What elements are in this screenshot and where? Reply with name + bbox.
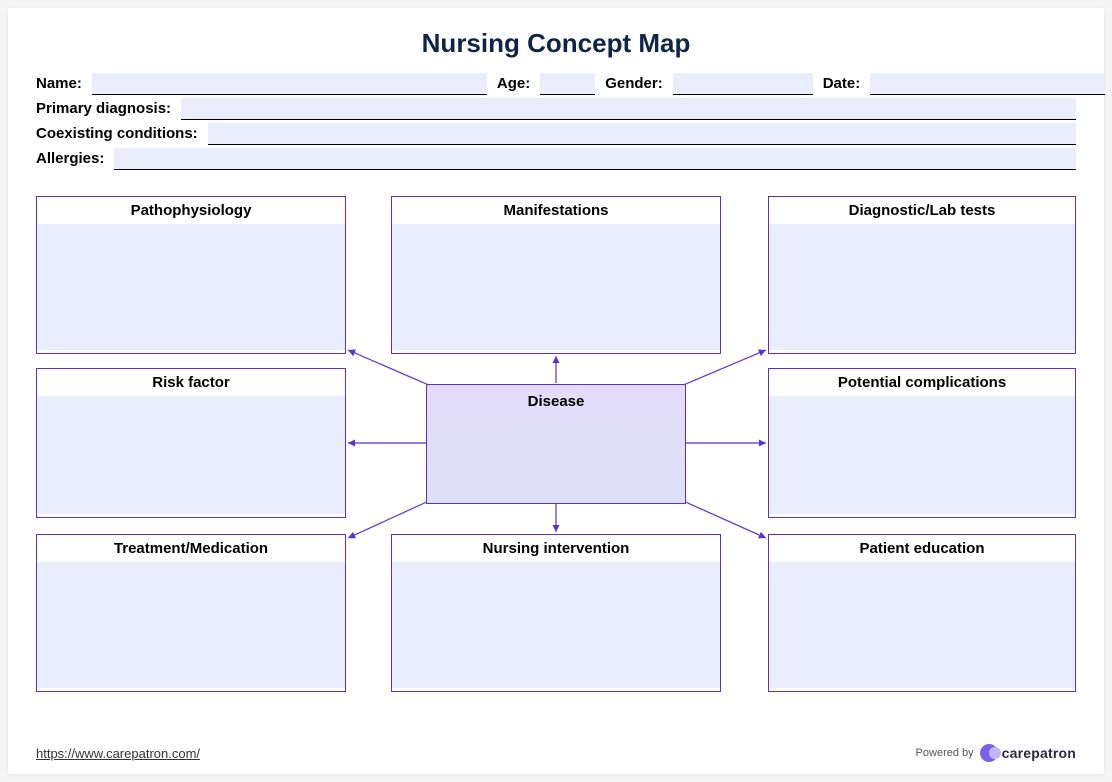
box-nursing-intervention[interactable]: Nursing intervention <box>391 534 721 692</box>
page-container: Nursing Concept Map Name: Age: Gender: D… <box>8 8 1104 774</box>
footer: https://www.carepatron.com/ Powered by c… <box>36 744 1076 762</box>
box-diagnostic-lab-body[interactable] <box>769 224 1075 350</box>
allergies-field[interactable] <box>114 148 1076 170</box>
age-label: Age: <box>497 73 530 95</box>
page-title: Nursing Concept Map <box>36 28 1076 59</box>
powered-by-label: Powered by <box>916 747 974 759</box>
box-pathophysiology[interactable]: Pathophysiology <box>36 196 346 354</box>
box-disease-center[interactable]: Disease <box>426 384 686 504</box>
primary-dx-label: Primary diagnosis: <box>36 98 171 120</box>
info-row-2: Primary diagnosis: <box>36 98 1076 120</box>
name-label: Name: <box>36 73 82 95</box>
brand-logo-icon <box>980 744 998 762</box>
box-manifestations[interactable]: Manifestations <box>391 196 721 354</box>
gender-field[interactable] <box>673 73 813 95</box>
info-row-4: Allergies: <box>36 148 1076 170</box>
box-risk-factor-title: Risk factor <box>37 369 345 396</box>
coexisting-field[interactable] <box>208 123 1076 145</box>
brand-logo: carepatron <box>980 744 1076 762</box>
box-manifestations-body[interactable] <box>392 224 720 350</box>
coexisting-label: Coexisting conditions: <box>36 123 198 145</box>
box-potential-complications[interactable]: Potential complications <box>768 368 1076 518</box>
name-field[interactable] <box>92 73 487 95</box>
footer-powered: Powered by carepatron <box>916 744 1076 762</box>
footer-url-link[interactable]: https://www.carepatron.com/ <box>36 746 200 761</box>
box-patient-education[interactable]: Patient education <box>768 534 1076 692</box>
date-label: Date: <box>823 73 861 95</box>
box-diagnostic-lab-title: Diagnostic/Lab tests <box>769 197 1075 224</box>
box-risk-factor[interactable]: Risk factor <box>36 368 346 518</box>
date-field[interactable] <box>870 73 1105 95</box>
allergies-label: Allergies: <box>36 148 104 170</box>
box-risk-factor-body[interactable] <box>37 396 345 514</box>
info-row-3: Coexisting conditions: <box>36 123 1076 145</box>
box-potential-complications-title: Potential complications <box>769 369 1075 396</box>
box-pathophysiology-body[interactable] <box>37 224 345 350</box>
box-patient-education-title: Patient education <box>769 535 1075 562</box>
box-diagnostic-lab[interactable]: Diagnostic/Lab tests <box>768 196 1076 354</box>
box-disease-title: Disease <box>427 385 685 416</box>
gender-label: Gender: <box>605 73 663 95</box>
box-potential-complications-body[interactable] <box>769 396 1075 514</box>
concept-map-area: Pathophysiology Manifestations Diagnosti… <box>36 188 1076 718</box>
box-nursing-intervention-body[interactable] <box>392 562 720 688</box>
box-manifestations-title: Manifestations <box>392 197 720 224</box>
box-pathophysiology-title: Pathophysiology <box>37 197 345 224</box>
info-row-1: Name: Age: Gender: Date: <box>36 73 1076 95</box>
box-treatment-medication-title: Treatment/Medication <box>37 535 345 562</box>
brand-name: carepatron <box>1002 745 1076 761</box>
age-field[interactable] <box>540 73 595 95</box>
box-treatment-medication[interactable]: Treatment/Medication <box>36 534 346 692</box>
box-treatment-medication-body[interactable] <box>37 562 345 688</box>
box-nursing-intervention-title: Nursing intervention <box>392 535 720 562</box>
box-patient-education-body[interactable] <box>769 562 1075 688</box>
primary-dx-field[interactable] <box>181 98 1076 120</box>
